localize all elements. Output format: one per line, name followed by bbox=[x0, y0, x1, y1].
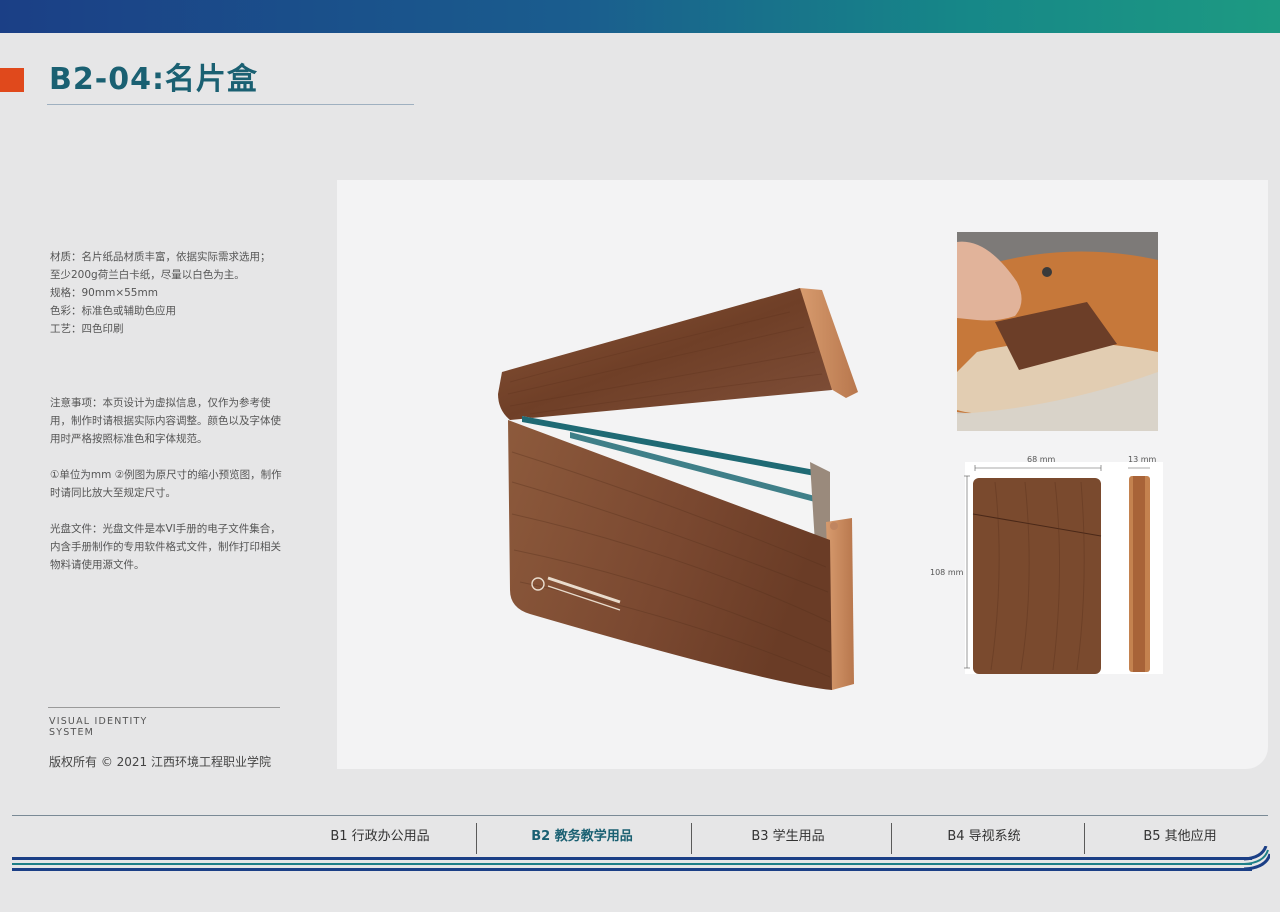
dimension-height-label: 108 mm bbox=[930, 568, 964, 577]
dimension-depth-label: 13 mm bbox=[1128, 455, 1157, 464]
nav-tab-b4[interactable]: B4 导视系统 bbox=[904, 826, 1064, 848]
card-case-photo bbox=[498, 288, 858, 690]
note-units: ①单位为mm ②例图为原尺寸的缩小预览图，制作时请同比放大至规定尺寸。 bbox=[50, 469, 282, 499]
note-disc-files: 光盘文件：光盘文件是本VI手册的电子文件集合，内含手册制作的专用软件格式文件，制… bbox=[50, 523, 281, 571]
footer-divider bbox=[48, 707, 280, 708]
dimension-width-label: 68 mm bbox=[1027, 455, 1056, 464]
nav-tab-b3[interactable]: B3 学生用品 bbox=[708, 826, 868, 848]
title-underline bbox=[47, 104, 414, 105]
nav-separator bbox=[1084, 823, 1085, 854]
footer-stripe-blue bbox=[12, 857, 1252, 860]
nav-tab-b5[interactable]: B5 其他应用 bbox=[1100, 826, 1260, 848]
notes-block: 注意事项：本页设计为虚拟信息，仅作为参考使用，制作时请根据实际内容调整。颜色以及… bbox=[50, 394, 282, 592]
spec-size: 规格：90mm×55mm bbox=[50, 287, 158, 299]
nav-separator bbox=[691, 823, 692, 854]
page-title: B2-04:名片盒 bbox=[49, 62, 258, 97]
dimension-drawing bbox=[964, 462, 1163, 674]
stripe-curl-ornament bbox=[1244, 846, 1270, 871]
spec-material-line2: 至少200g荷兰白卡纸，尽量以白色为主。 bbox=[50, 269, 245, 281]
copyright-text: 版权所有 © 2021 江西环境工程职业学院 bbox=[49, 755, 271, 769]
nav-separator bbox=[476, 823, 477, 854]
spec-list: 材质：名片纸品材质丰富，依据实际需求选用； 至少200g荷兰白卡纸，尽量以白色为… bbox=[50, 248, 280, 338]
spec-process: 工艺：四色印刷 bbox=[50, 323, 124, 335]
top-gradient-bar bbox=[0, 0, 1280, 33]
nav-separator bbox=[891, 823, 892, 854]
spec-color: 色彩：标准色或辅助色应用 bbox=[50, 305, 176, 317]
footer-stripe-blue-lower bbox=[12, 868, 1252, 871]
spec-material-line1: 材质：名片纸品材质丰富，依据实际需求选用； bbox=[50, 251, 271, 263]
nav-top-divider bbox=[12, 815, 1268, 816]
visual-identity-line1: VISUAL IDENTITY bbox=[49, 716, 148, 727]
visual-identity-label: VISUAL IDENTITY SYSTEM bbox=[49, 716, 148, 738]
footer-stripe-teal bbox=[12, 863, 1252, 865]
visual-identity-line2: SYSTEM bbox=[49, 727, 95, 738]
note-disclaimer: 注意事项：本页设计为虚拟信息，仅作为参考使用，制作时请根据实际内容调整。颜色以及… bbox=[50, 397, 281, 445]
nav-tab-b1[interactable]: B1 行政办公用品 bbox=[300, 826, 460, 848]
pouch-usage-photo bbox=[957, 232, 1158, 431]
title-accent-square bbox=[0, 68, 24, 92]
nav-tab-b2[interactable]: B2 教务教学用品 bbox=[502, 826, 662, 848]
